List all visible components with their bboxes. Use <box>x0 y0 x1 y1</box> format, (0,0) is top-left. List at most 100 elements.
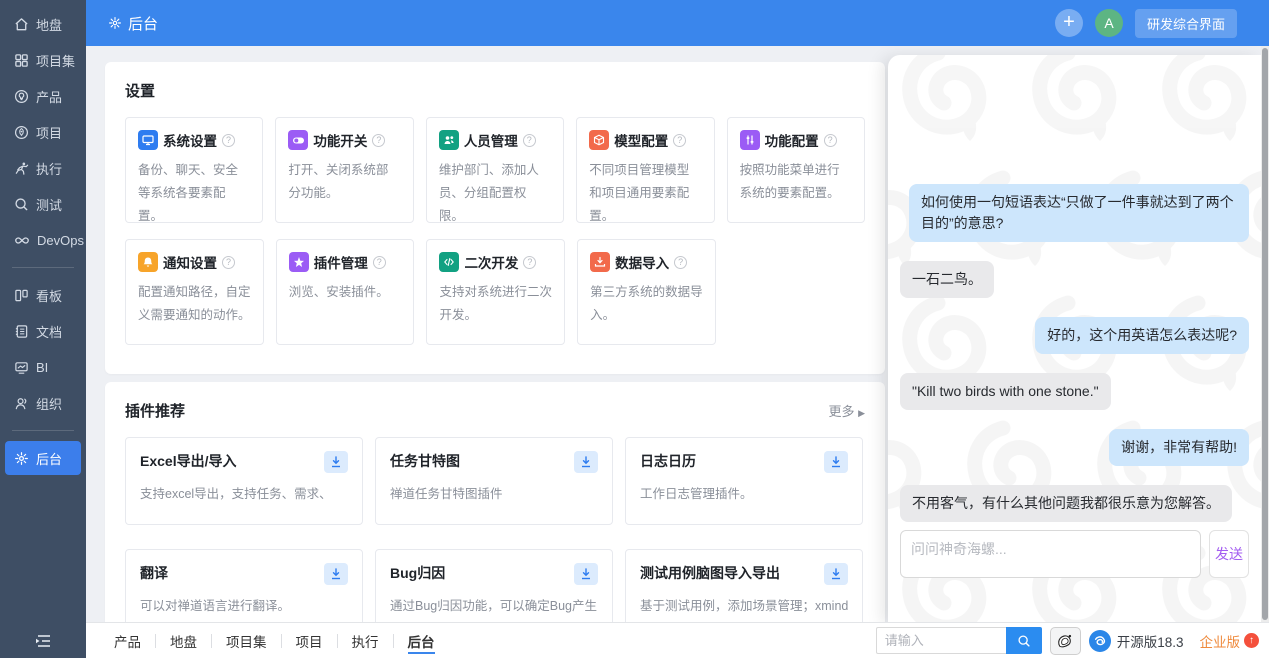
help-icon[interactable]: ? <box>523 255 537 269</box>
plugin-card-testcase-mindmap[interactable]: 测试用例脑图导入导出 基于测试用例，添加场景管理；xmind 导 <box>625 549 863 622</box>
scrollbar-thumb[interactable] <box>1262 48 1268 620</box>
search-button[interactable] <box>1005 627 1042 654</box>
app-window: 地盘 项目集 产品 项目 执行 测试 DevOps 看板 文档 BI 组织 后台… <box>0 0 1269 658</box>
help-icon[interactable]: ? <box>222 133 235 147</box>
sidebar-item-doc[interactable]: 文档 <box>5 314 81 348</box>
plugin-card-excel[interactable]: Excel导出/导入 支持excel导出，支持任务、需求、 <box>125 437 363 525</box>
sidebar-item-dashboard[interactable]: 地盘 <box>5 7 81 41</box>
sidebar-item-project[interactable]: 项目 <box>5 115 81 149</box>
plugin-card-log-calendar[interactable]: 日志日历 工作日志管理插件。 <box>625 437 863 525</box>
footer-tab-admin[interactable]: 后台 <box>394 623 449 658</box>
chat-message-bot: 一石二鸟。 <box>900 261 994 298</box>
help-icon[interactable]: ? <box>673 133 687 147</box>
bell-icon <box>138 252 158 272</box>
toggle-icon <box>288 130 309 150</box>
download-button[interactable] <box>324 451 348 473</box>
sidebar-collapse-button[interactable] <box>0 634 86 648</box>
settings-card-notification[interactable]: 通知设置 ? 配置通知路径，自定义需要通知的动作。 <box>125 239 264 345</box>
download-button[interactable] <box>574 451 598 473</box>
settings-card-feature-config[interactable]: 功能配置 ? 按照功能菜单进行系统的要素配置。 <box>726 117 866 223</box>
cube-icon <box>589 130 610 150</box>
sidebar-item-test[interactable]: 测试 <box>5 187 81 221</box>
home-icon <box>15 17 28 30</box>
avatar[interactable]: A <box>1094 9 1123 37</box>
sidebar-item-label: 组织 <box>36 396 63 412</box>
conch-icon <box>1058 634 1072 647</box>
chevron-right-icon: ▶ <box>858 408 865 418</box>
brand-link[interactable]: 开源版18.3 <box>1088 629 1184 652</box>
workspace-switch-button[interactable]: 研发综合界面 <box>1134 8 1237 38</box>
settings-card-feature-switch[interactable]: 功能开关 ? 打开、关闭系统部分功能。 <box>275 117 414 223</box>
sidebar-item-label: 产品 <box>36 89 63 105</box>
grid-icon <box>15 53 28 67</box>
chat-message-bot: "Kill two birds with one stone." <box>900 373 1111 410</box>
product-icon <box>14 89 29 103</box>
settings-card-import[interactable]: 数据导入 ? 第三方系统的数据导入。 <box>577 239 716 345</box>
kanban-icon <box>15 289 28 301</box>
help-icon[interactable]: ? <box>372 133 386 147</box>
sidebar-item-label: 看板 <box>36 288 63 304</box>
sidebar-item-label: 文档 <box>36 324 63 340</box>
users-icon <box>438 130 459 150</box>
settings-title: 设置 <box>125 83 156 100</box>
download-button[interactable] <box>824 451 848 473</box>
conch-assistant-button[interactable] <box>1049 626 1081 655</box>
sidebar-divider <box>12 430 74 431</box>
sidebar-item-admin[interactable]: 后台 <box>5 441 81 475</box>
page-title-text: 后台 <box>128 15 159 33</box>
footer-tab-project[interactable]: 项目 <box>282 623 337 658</box>
settings-card-system[interactable]: 系统设置 ? 备份、聊天、安全等系统各要素配置。 <box>125 117 264 223</box>
footer-tab-dashboard[interactable]: 地盘 <box>156 623 211 658</box>
plugins-title: 插件推荐 <box>125 403 186 420</box>
download-icon <box>582 456 590 468</box>
settings-panel: 设置 系统设置 ? 备份、聊天、安全等系统各要素配置。 功能开关 ? 打开、关闭… <box>105 62 885 374</box>
download-button[interactable] <box>324 563 348 585</box>
import-icon <box>590 252 611 272</box>
sidebar-item-org[interactable]: 组织 <box>5 386 81 420</box>
download-button[interactable] <box>824 563 848 585</box>
send-button[interactable]: 发送 <box>1209 530 1249 578</box>
settings-card-extension[interactable]: 插件管理 ? 浏览、安装插件。 <box>275 239 415 345</box>
plugin-card-bug-attribution[interactable]: Bug归因 通过Bug归因功能，可以确定Bug产生的 <box>375 549 613 622</box>
plugins-panel: 插件推荐 更多 ▶ Excel导出/导入 支持excel导出，支持任务、需求、 … <box>105 382 885 622</box>
sidebar-item-label: 项目 <box>36 125 63 141</box>
settings-card-staff[interactable]: 人员管理 ? 维护部门、添加人员、分组配置权限。 <box>425 117 565 223</box>
sidebar-item-label: 执行 <box>36 161 63 177</box>
footer-tab-execution[interactable]: 执行 <box>338 623 393 658</box>
settings-card-model[interactable]: 模型配置 ? 不同项目管理模型和项目通用要素配置。 <box>576 117 715 223</box>
code-icon <box>439 252 460 272</box>
chat-input[interactable] <box>900 530 1201 578</box>
chat-message-bot: 不用客气，有什么其他问题我都很乐意为您解答。 <box>900 485 1232 522</box>
upgrade-link[interactable]: 企业版 ↑ <box>1200 631 1259 651</box>
plugin-card-translate[interactable]: 翻译 可以对禅道语言进行翻译。 <box>125 549 363 622</box>
gear-icon <box>15 451 28 465</box>
footer-bar: 产品 地盘 项目集 项目 执行 后台 开源版18.3 <box>86 622 1269 658</box>
footer-tab-product[interactable]: 产品 <box>100 623 155 658</box>
doc-icon <box>15 324 28 338</box>
sliders-icon <box>739 130 760 150</box>
puzzle-icon <box>288 252 309 272</box>
help-icon[interactable]: ? <box>823 133 837 147</box>
sidebar-item-bi[interactable]: BI <box>5 350 81 384</box>
chat-message-user: 谢谢，非常有帮助! <box>1109 429 1249 466</box>
sidebar-item-devops[interactable]: DevOps <box>5 223 84 257</box>
settings-card-dev[interactable]: 二次开发 ? 支持对系统进行二次开发。 <box>426 239 566 345</box>
sidebar-item-execution[interactable]: 执行 <box>5 151 81 185</box>
download-icon <box>332 456 340 468</box>
version-text: 开源版18.3 <box>1116 634 1184 650</box>
help-icon[interactable]: ? <box>674 255 688 269</box>
help-icon[interactable]: ? <box>522 133 536 147</box>
more-link[interactable]: 更多 ▶ <box>828 401 865 420</box>
help-icon[interactable]: ? <box>222 255 235 269</box>
page-title: 后台 <box>108 13 158 34</box>
footer-tab-program[interactable]: 项目集 <box>212 623 281 658</box>
search-input[interactable] <box>875 627 1006 654</box>
sidebar-item-product[interactable]: 产品 <box>5 79 81 113</box>
download-button[interactable] <box>574 563 598 585</box>
chat-message-user: 好的，这个用英语怎么表达呢? <box>1035 317 1249 354</box>
help-icon[interactable]: ? <box>372 255 386 269</box>
sidebar-item-program[interactable]: 项目集 <box>5 43 81 77</box>
plugin-card-gantt[interactable]: 任务甘特图 禅道任务甘特图插件 <box>375 437 613 525</box>
sidebar-item-kanban[interactable]: 看板 <box>5 278 81 312</box>
create-button[interactable]: + <box>1054 9 1083 37</box>
